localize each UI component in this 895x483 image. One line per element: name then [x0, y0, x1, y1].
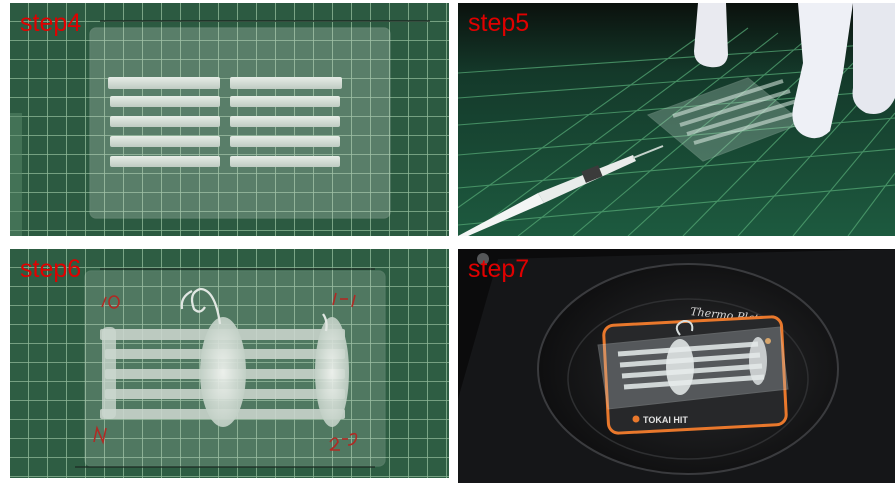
mat-with-pipette-and-gloves [458, 3, 895, 236]
step4-label: step4 [20, 9, 82, 37]
brand-text: TOKAI HIT [643, 415, 688, 425]
slide-with-gel-and-wires [10, 249, 449, 478]
step7-photo: Thermo Plate TOKAI HIT step7 [458, 249, 895, 483]
cutting-mat-with-slide [10, 3, 449, 236]
step7-label: step7 [468, 255, 530, 283]
thermo-plate-stage: Thermo Plate TOKAI HIT [458, 249, 895, 483]
gel-droplet-left [200, 317, 246, 427]
step5-label: step5 [468, 9, 530, 37]
step6-photo: step6 [10, 249, 449, 478]
step5-photo: step5 [458, 3, 895, 236]
step4-photo: step4 [10, 3, 449, 236]
step6-label: step6 [20, 255, 82, 283]
brand-dot-icon [632, 415, 640, 423]
gel-droplet-right [315, 317, 349, 427]
